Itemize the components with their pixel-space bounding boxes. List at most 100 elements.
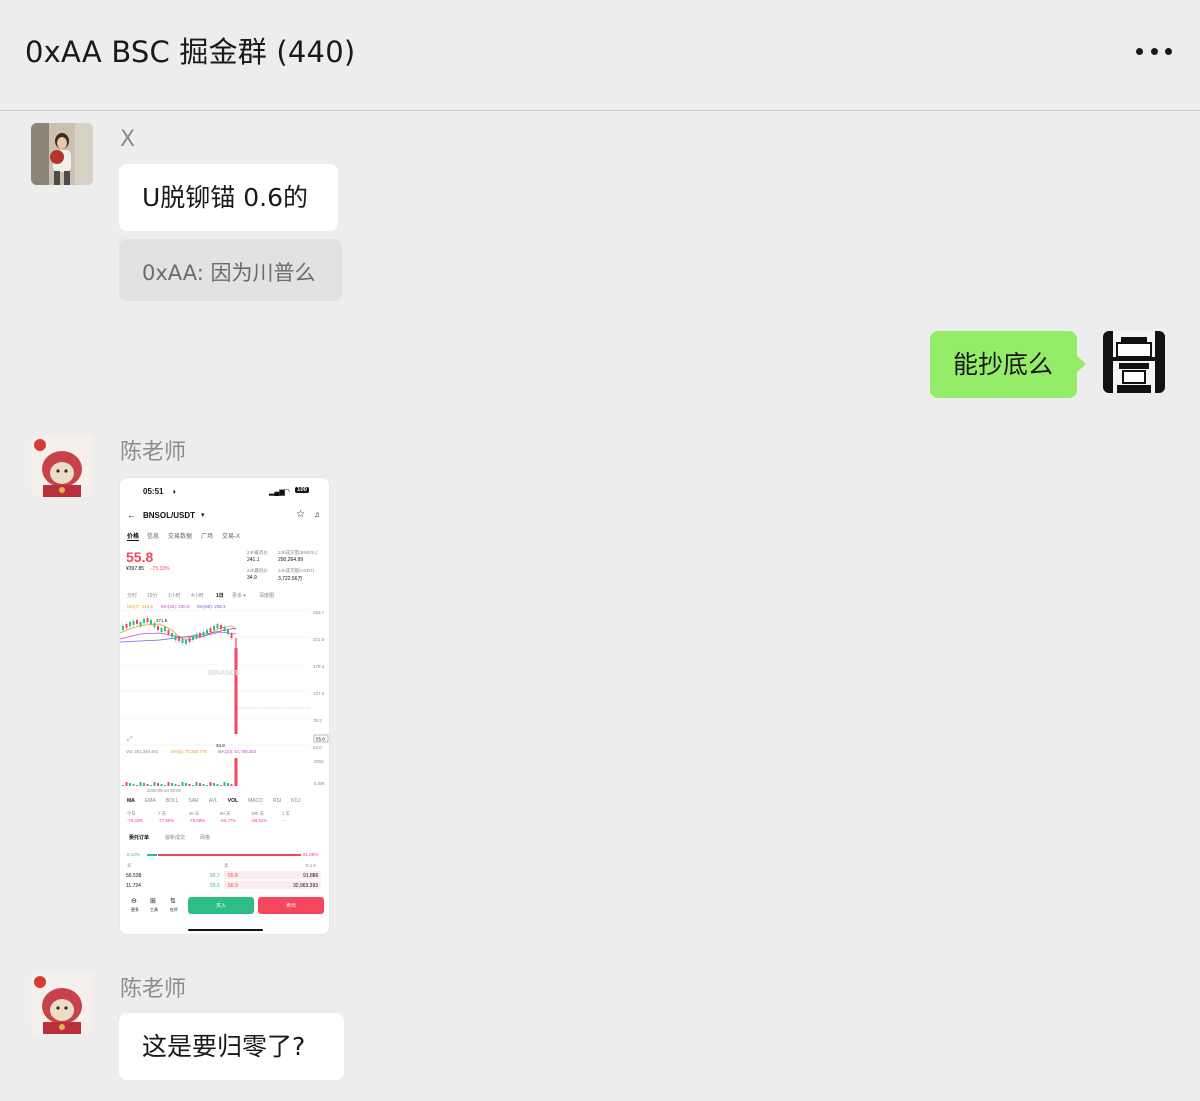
volume-bar	[185, 783, 187, 786]
my-message-bubble[interactable]: 能抄底么	[930, 331, 1086, 398]
volume-bar	[227, 783, 229, 786]
image-message-trading-screenshot[interactable]: 05:51 ◗ ▂▄▆ ◠ 100 ← BNSOL/USDT ▾ ☆ ♫ 价格 …	[119, 477, 330, 935]
sell-ratio-bar	[158, 854, 301, 856]
avatar-chen-laoshi[interactable]	[31, 972, 93, 1034]
y-axis-label: 263.7	[313, 610, 325, 615]
book-head: 买	[127, 863, 132, 868]
sender-name: 陈老师	[120, 977, 187, 1002]
tab: 信息	[147, 534, 160, 540]
tools-grid-icon: ⊞	[150, 898, 156, 905]
book-tab: 委托订单	[129, 835, 150, 841]
volume-bar	[192, 785, 194, 786]
interval: 更多 ▾	[232, 593, 246, 599]
volume-bar	[181, 782, 184, 786]
candle-body	[129, 622, 131, 626]
candle-body	[167, 630, 170, 634]
indicator: MACD	[248, 798, 263, 804]
more-options-icon[interactable]	[1136, 36, 1172, 66]
ask-qty: 32,963.393	[293, 883, 319, 889]
phone-screenshot: 05:51 ◗ ▂▄▆ ◠ 100 ← BNSOL/USDT ▾ ☆ ♫ 价格 …	[120, 478, 329, 934]
moon-icon: ◗	[172, 487, 177, 496]
candle-body	[213, 626, 215, 630]
candle-body	[181, 639, 184, 643]
y-axis-label: 127.3	[313, 691, 325, 696]
indicator: VOL	[227, 798, 239, 804]
book-tab: 最新成交	[165, 835, 186, 841]
home-indicator	[188, 929, 263, 931]
stat-value: 241.1	[247, 557, 260, 563]
volume-bar	[150, 785, 152, 786]
interval: 15分	[147, 593, 158, 599]
volume-chart	[122, 758, 238, 786]
volume-bar	[206, 785, 208, 786]
stat-label: 24h成交量(BNSOL)	[278, 550, 318, 555]
stat-label: 24h最高价	[247, 550, 269, 555]
sell-ratio: 91.88%	[303, 852, 319, 857]
candle-body	[192, 636, 194, 640]
vol-axis: 4.00K	[314, 781, 326, 786]
bottom-label: 杠杆	[170, 907, 178, 912]
ask-price: 56.9	[228, 883, 238, 889]
wifi-icon: ◠	[283, 487, 290, 496]
interval-selected: 1日	[216, 593, 224, 599]
message-bubble[interactable]: 这是要归零了?	[119, 1013, 344, 1080]
y-axis-label: 75.2	[313, 718, 322, 723]
candle-body	[220, 625, 222, 629]
candle-body	[160, 628, 163, 632]
buy-ratio-bar	[147, 854, 157, 856]
candle-body	[132, 621, 135, 625]
bid-qty: 56.538	[126, 873, 142, 879]
avatar-chen-laoshi[interactable]	[31, 435, 93, 497]
volume-bar	[178, 785, 180, 786]
interval: 4小时	[191, 593, 204, 599]
sender-name: 陈老师	[120, 440, 187, 465]
indicator: RSI	[272, 798, 282, 804]
candle-body	[216, 624, 219, 628]
candle-body	[199, 633, 201, 637]
volume-bar	[188, 784, 191, 786]
volume-bar	[153, 782, 156, 786]
candle-body	[174, 636, 177, 640]
chat-title: 0xAA BSC 掘金群 (440)	[25, 35, 356, 69]
candle-body	[223, 627, 226, 631]
volume-bar	[216, 784, 219, 786]
quoted-reply[interactable]: 0xAA: 因为川普么	[119, 239, 342, 301]
more-circle-icon: ⊖	[131, 898, 137, 905]
pair-name: BNSOL/USDT	[143, 511, 195, 520]
volume-bar	[220, 785, 222, 786]
candle-body	[195, 634, 198, 638]
volume-bar	[199, 783, 201, 786]
volume-bar	[223, 782, 226, 786]
pair-dropdown-icon: ▾	[201, 512, 205, 519]
candle-body	[153, 623, 156, 627]
tab: 价格	[127, 534, 140, 540]
indicator: AVL	[208, 798, 218, 804]
last-price-tag: 55.8	[316, 737, 325, 742]
candle-body	[122, 626, 124, 630]
interval: 分时	[127, 593, 138, 599]
leverage-arrows-icon: ⇅	[170, 898, 176, 905]
price-cny: ¥397.85	[126, 566, 145, 572]
volume-bar	[174, 784, 177, 786]
candle-body	[125, 624, 128, 628]
perf-labels: 今日 7 天 30 天 90 天 180 天1 年	[127, 811, 290, 816]
volume-bar	[164, 785, 166, 786]
bottom-label: 工具	[150, 907, 158, 912]
last-price: 55.8	[126, 549, 154, 565]
indicator: SAR	[188, 798, 199, 804]
price-change: -75.33%	[151, 566, 170, 572]
volume-bar	[139, 782, 142, 786]
y-axis-label: 221.5	[313, 637, 325, 642]
volume-bar	[160, 784, 163, 786]
avatar-me[interactable]	[1103, 331, 1165, 393]
avatar-x[interactable]	[31, 123, 93, 185]
watermark: BINANCE	[208, 670, 240, 677]
volume-bar	[122, 785, 124, 786]
candle-body	[206, 630, 208, 634]
tab: 广场	[201, 534, 214, 540]
chat-header: 0xAA BSC 掘金群 (440)	[0, 0, 1200, 111]
perf-values: -75.33% -77.90% -76.68% -66.77% -58.51% --	[127, 818, 285, 823]
interval: 深度图	[259, 593, 275, 599]
message-bubble[interactable]: U脱铆锚 0.6的	[119, 164, 338, 231]
indicator: MA	[127, 798, 135, 804]
